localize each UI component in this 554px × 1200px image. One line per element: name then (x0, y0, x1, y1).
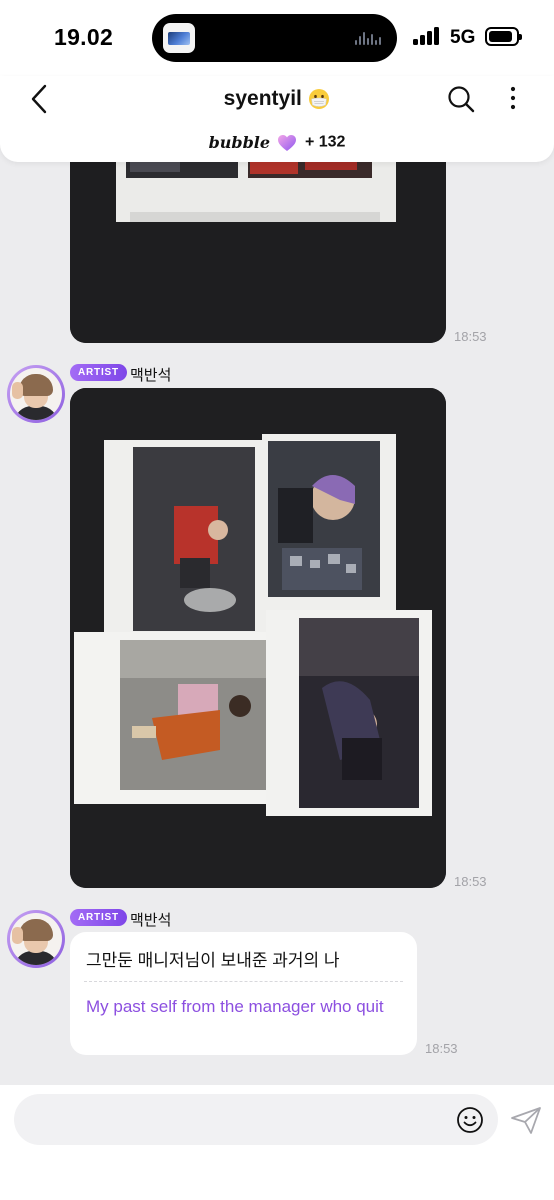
audio-wave-icon (355, 31, 383, 45)
avatar[interactable] (7, 910, 65, 968)
subscriber-info: bubble + 132 (0, 133, 554, 152)
sender-name[interactable]: 맥반석 (130, 364, 171, 385)
status-time: 19.02 (54, 24, 114, 50)
more-icon (510, 86, 516, 110)
more-options-button[interactable] (505, 84, 521, 114)
avatar-image (10, 913, 62, 965)
message-text-original: 그만둔 매니저님이 보내준 과거의 나 (86, 951, 340, 970)
status-bar: 19.02 5G (0, 0, 554, 76)
artist-badge: ARTIST (70, 909, 127, 926)
photo-message[interactable] (70, 140, 446, 343)
network-type: 5G (450, 27, 476, 48)
search-button[interactable] (446, 84, 476, 114)
message-time: 18:53 (454, 874, 487, 889)
dynamic-island (152, 14, 397, 62)
bubble-brand-logo: bubble (208, 133, 271, 152)
message-input[interactable] (14, 1094, 498, 1145)
search-icon (448, 86, 475, 113)
photo-image (70, 388, 446, 888)
emoji-button[interactable] (456, 1106, 484, 1134)
avatar[interactable] (7, 365, 65, 423)
emoji-icon (457, 1107, 483, 1133)
chat-header: syentyil bubble + 132 (0, 76, 554, 162)
send-button[interactable] (510, 1105, 542, 1135)
translation-divider (84, 981, 403, 982)
input-bar (0, 1085, 554, 1200)
sender-name[interactable]: 맥반석 (130, 909, 171, 930)
message-text-translation: My past self from the manager who quit (86, 997, 384, 1016)
battery-icon (485, 27, 522, 46)
photo-image (70, 140, 446, 343)
artist-badge: ARTIST (70, 364, 127, 381)
masked-face-emoji-icon (309, 89, 330, 109)
send-icon (511, 1107, 541, 1134)
message-time: 18:53 (454, 329, 487, 344)
text-message-bubble[interactable]: 그만둔 매니저님이 보내준 과거의 나 My past self from th… (70, 932, 417, 1055)
cellular-signal-icon (413, 27, 440, 45)
chat-title: syentyil (223, 87, 302, 110)
purple-heart-icon (278, 134, 297, 151)
island-app-icon (163, 23, 195, 53)
subscriber-count: + 132 (304, 133, 346, 151)
message-time: 18:53 (425, 1041, 458, 1056)
photo-message[interactable] (70, 388, 446, 888)
avatar-image (10, 368, 62, 420)
